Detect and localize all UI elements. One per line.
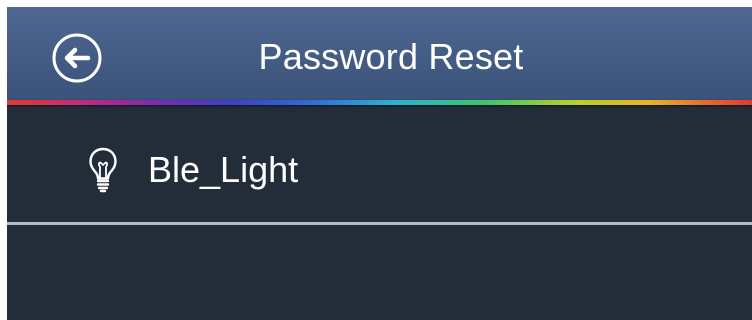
device-list-item[interactable]: Ble_Light (7, 105, 752, 219)
page-title: Password Reset (258, 36, 524, 77)
device-name-label: Ble_Light (148, 149, 299, 190)
header-bar: Password Reset (7, 7, 752, 102)
empty-list-area (7, 225, 752, 320)
app-screen: Password Reset Ble_Light (7, 7, 752, 320)
lightbulb-icon (89, 147, 117, 193)
screenshot-frame: Password Reset Ble_Light (0, 0, 752, 320)
